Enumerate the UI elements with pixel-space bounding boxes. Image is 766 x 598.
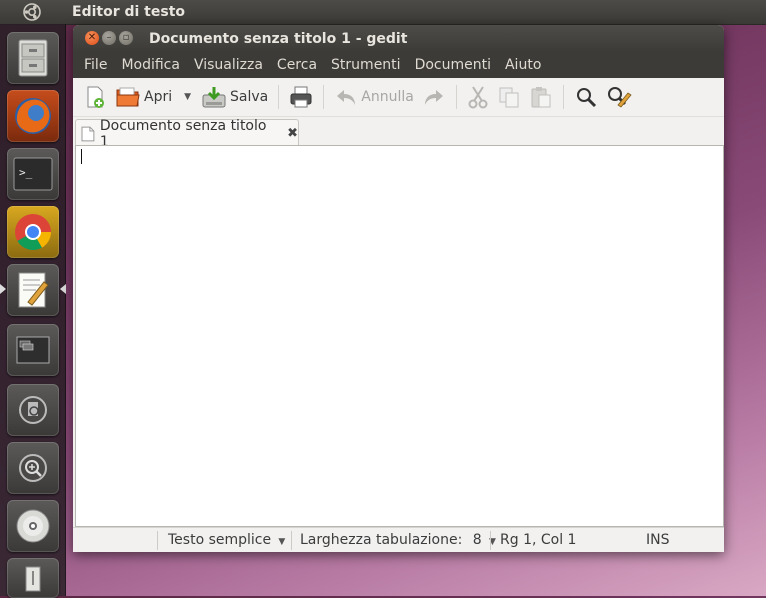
undo-label: Annulla <box>361 89 414 105</box>
find-replace-button[interactable] <box>602 82 636 112</box>
copy-icon <box>499 87 519 108</box>
menu-strumenti[interactable]: Strumenti <box>324 57 408 73</box>
toolbar-separator <box>562 85 564 109</box>
statusbar-separator <box>490 531 491 550</box>
launcher-usb-icon[interactable] <box>7 558 59 598</box>
redo-icon <box>424 90 443 105</box>
svg-text:>_: >_ <box>19 166 33 179</box>
find-replace-icon <box>607 87 632 108</box>
toolbar-separator <box>278 85 280 109</box>
cut-icon <box>468 86 488 109</box>
statusbar-separator <box>291 531 292 550</box>
search-icon <box>576 88 596 108</box>
menu-aiuto[interactable]: Aiuto <box>498 57 548 73</box>
print-button[interactable] <box>285 82 317 112</box>
launcher-workspace-switcher-icon[interactable] <box>7 324 59 376</box>
tab-close-icon[interactable]: ✖ <box>287 126 298 141</box>
save-icon <box>202 87 226 108</box>
close-icon[interactable]: ✕ <box>85 31 99 45</box>
toolbar: Apri ▼ Salva Annulla <box>73 78 724 117</box>
new-document-button[interactable] <box>79 82 111 112</box>
text-cursor <box>81 149 82 164</box>
launcher-firefox-icon[interactable] <box>7 90 59 142</box>
launcher-cd-drive-icon[interactable] <box>7 500 59 552</box>
text-editor-area[interactable] <box>75 145 724 527</box>
save-button[interactable]: Salva <box>197 82 272 112</box>
tab-width-value: 8 <box>472 532 482 548</box>
paste-button[interactable] <box>525 82 557 112</box>
launcher-file-cabinet-icon[interactable] <box>7 32 59 84</box>
statusbar: Testo semplice ▼ Larghezza tabulazione: … <box>73 527 724 552</box>
chevron-down-icon: ▼ <box>275 537 286 547</box>
menu-file[interactable]: File <box>77 57 114 73</box>
new-document-icon <box>87 86 104 108</box>
find-button[interactable] <box>570 82 602 112</box>
launcher-lens-icon[interactable] <box>7 384 59 436</box>
paste-icon <box>531 87 551 108</box>
statusbar-separator <box>157 531 158 550</box>
chevron-down-icon: ▼ <box>486 537 496 547</box>
ubuntu-logo-icon[interactable] <box>22 2 42 22</box>
print-icon <box>290 86 312 108</box>
menu-cerca[interactable]: Cerca <box>270 57 324 73</box>
language-label: Testo semplice <box>168 532 272 548</box>
folder-open-icon <box>116 87 140 107</box>
copy-button[interactable] <box>493 82 525 112</box>
save-label: Salva <box>230 89 269 105</box>
window-title: Documento senza titolo 1 - gedit <box>149 31 408 47</box>
insert-mode: INS <box>646 532 670 548</box>
menu-documenti[interactable]: Documenti <box>408 57 498 73</box>
launcher-terminal-icon[interactable]: >_ <box>7 148 59 200</box>
tab-width-selector[interactable]: Larghezza tabulazione: 8 ▼ <box>300 532 496 548</box>
gedit-window: ✕ – ▫ Documento senza titolo 1 - gedit F… <box>73 25 724 552</box>
tabbar: Documento senza titolo 1 ✖ <box>73 117 724 150</box>
language-selector[interactable]: Testo semplice ▼ <box>168 532 285 548</box>
tab-width-label: Larghezza tabulazione: <box>300 532 463 548</box>
menubar: File Modifica Visualizza Cerca Strumenti… <box>73 52 724 78</box>
launcher-zoom-icon[interactable] <box>7 442 59 494</box>
cut-button[interactable] <box>463 82 493 112</box>
launcher: >_ <box>0 24 66 598</box>
menu-modifica[interactable]: Modifica <box>114 57 187 73</box>
undo-icon <box>337 90 356 105</box>
toolbar-separator <box>323 85 325 109</box>
open-recent-dropdown-icon[interactable]: ▼ <box>176 92 197 102</box>
document-icon <box>81 126 95 141</box>
top-panel: Editor di testo <box>0 0 766 24</box>
launcher-chrome-icon[interactable] <box>7 206 59 258</box>
cursor-position: Rg 1, Col 1 <box>500 532 577 548</box>
toolbar-separator <box>455 85 457 109</box>
window-titlebar[interactable]: ✕ – ▫ Documento senza titolo 1 - gedit <box>73 25 724 52</box>
redo-button[interactable] <box>418 82 450 112</box>
open-label: Apri <box>144 89 173 105</box>
document-tab[interactable]: Documento senza titolo 1 ✖ <box>75 118 299 150</box>
maximize-icon[interactable]: ▫ <box>119 31 133 45</box>
menu-visualizza[interactable]: Visualizza <box>187 57 270 73</box>
minimize-icon[interactable]: – <box>102 31 116 45</box>
undo-button[interactable]: Annulla <box>330 82 418 112</box>
launcher-text-editor-icon[interactable] <box>0 264 66 316</box>
open-button[interactable]: Apri <box>111 82 176 112</box>
panel-app-title: Editor di testo <box>72 4 185 20</box>
